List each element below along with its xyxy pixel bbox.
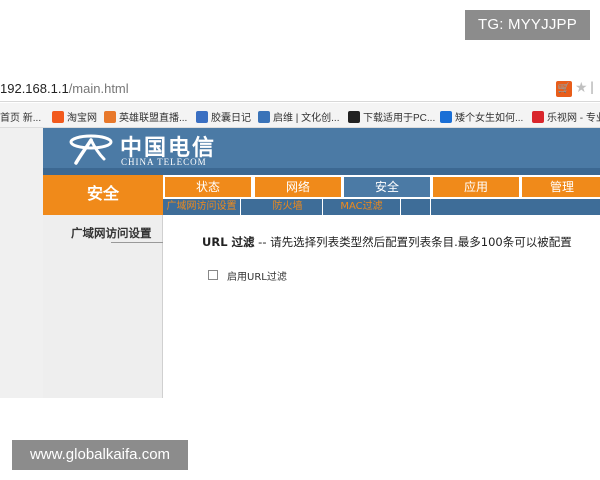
page-title-prefix: URL 过滤 (202, 235, 255, 249)
enable-url-filter-checkbox[interactable] (208, 270, 218, 280)
address-url[interactable]: 192.168.1.1/main.html (0, 81, 129, 96)
capsule-icon (196, 111, 208, 123)
star-icon[interactable]: ★ (575, 80, 588, 96)
sidebar: 广域网访问设置 (43, 215, 205, 398)
banner-strip (43, 168, 600, 175)
bookmark-item[interactable]: 矮个女生如何... (440, 109, 523, 124)
bookmark-item[interactable]: 首页 新... (0, 109, 41, 124)
section-title: 安全 (43, 175, 163, 215)
sidebar-item-wan-access[interactable]: 广域网访问设置 (71, 225, 152, 241)
ring-icon (258, 111, 270, 123)
bookmark-item[interactable]: 胶囊日记 (196, 109, 251, 124)
taobao-icon (52, 111, 64, 123)
page-title-text: -- 请先选择列表类型然后配置列表条目.最多100条可以被配置 (254, 235, 572, 249)
screenshot-root: 192.168.1.1/main.html 🛒 ★ | 首页 新... 淘宝网 英雄… (0, 0, 600, 480)
enable-url-filter-label[interactable]: 启用URL过滤 (227, 268, 287, 283)
sub-nav: 广域网访问设置 防火墙 MAC过滤 (163, 199, 600, 215)
bookmark-item[interactable]: 英雄联盟直播... (104, 109, 187, 124)
s-icon (348, 111, 360, 123)
tab-status[interactable]: 状态 (165, 177, 251, 197)
bookmark-label: 首页 新... (0, 113, 42, 124)
bookmark-item[interactable]: 乐视网 - 专业... (532, 109, 600, 124)
bookmark-label: 下载适用于PC... (363, 113, 436, 124)
subtab-wan-access[interactable]: 广域网访问设置 (163, 199, 241, 215)
zhihu-icon (440, 111, 452, 123)
bookmark-item[interactable]: 淘宝网 (52, 109, 97, 124)
bookmark-item[interactable]: 启维 | 文化创... (258, 109, 340, 124)
bookmark-label: 启维 | 文化创... (273, 113, 340, 124)
bookmark-label: 乐视网 - 专业... (547, 113, 600, 124)
brand-en: CHINA TELECOM (121, 157, 207, 167)
subtab-spacer (403, 199, 431, 215)
bookmark-label: 矮个女生如何... (455, 113, 524, 124)
subtab-firewall[interactable]: 防火墙 (253, 199, 323, 215)
subtab-mac-filter[interactable]: MAC过滤 (323, 199, 401, 215)
tab-security[interactable]: 安全 (344, 177, 430, 197)
cart-icon[interactable]: 🛒 (556, 81, 572, 97)
divider-icon: | (590, 80, 595, 94)
watermark-top: TG: MYYJJPP (465, 10, 590, 40)
flower-icon (104, 111, 116, 123)
letv-icon (532, 111, 544, 123)
bookmark-label: 胶囊日记 (211, 113, 251, 124)
bookmark-label: 淘宝网 (67, 113, 97, 124)
page-title: URL 过滤 -- 请先选择列表类型然后配置列表条目.最多100条可以被配置 (202, 234, 572, 250)
page-left-margin (0, 128, 43, 398)
main-nav: 状态 网络 安全 应用 管理 (163, 175, 600, 199)
tab-management[interactable]: 管理 (522, 177, 600, 197)
china-telecom-logo-icon (69, 134, 113, 165)
bookmark-label: 英雄联盟直播... (119, 113, 188, 124)
address-host: 192.168.1.1 (0, 81, 69, 96)
bookmarks-bar: 首页 新... 淘宝网 英雄联盟直播... 胶囊日记 启维 | 文化创... 下载适用于P… (0, 103, 600, 128)
address-path: /main.html (68, 81, 129, 96)
tab-network[interactable]: 网络 (255, 177, 341, 197)
bookmark-item[interactable]: 下载适用于PC... (348, 109, 435, 124)
watermark-bottom: www.globalkaifa.com (12, 440, 188, 470)
tab-application[interactable]: 应用 (433, 177, 519, 197)
address-bar[interactable]: 192.168.1.1/main.html (0, 76, 600, 102)
